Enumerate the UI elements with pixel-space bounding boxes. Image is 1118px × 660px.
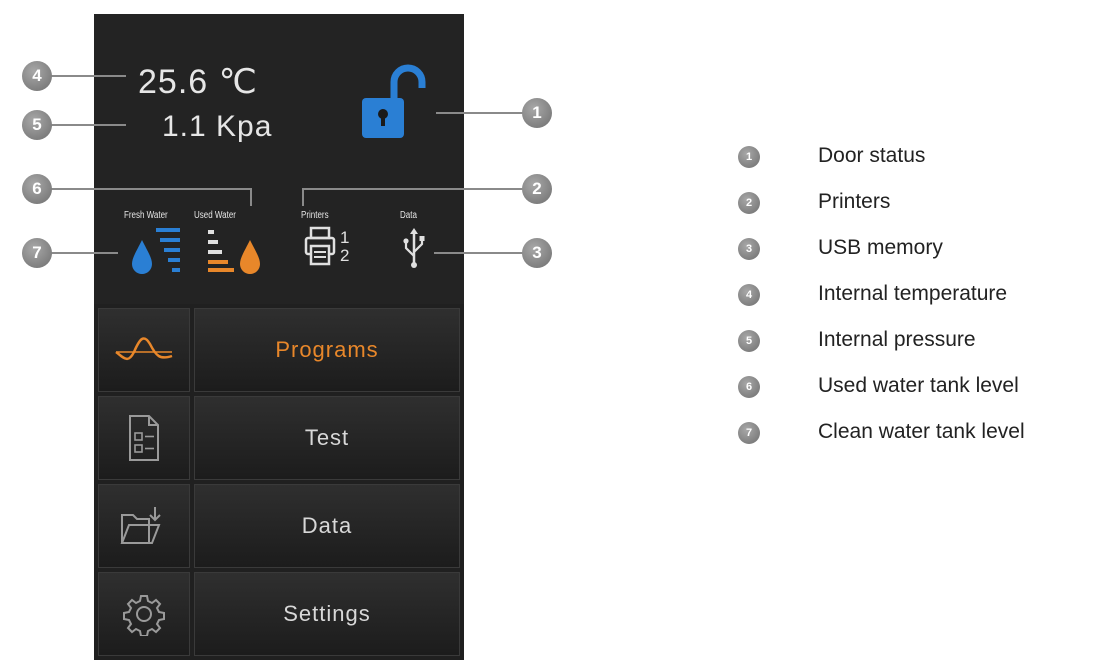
callout-3: 3 bbox=[522, 238, 552, 268]
legend-text-printers: Printers bbox=[818, 190, 891, 213]
callout-line-2-drop bbox=[302, 188, 304, 206]
programs-button[interactable]: Programs bbox=[194, 308, 460, 392]
data-label: Data bbox=[400, 210, 417, 221]
settings-button[interactable]: Settings bbox=[194, 572, 460, 656]
callout-line-3 bbox=[434, 252, 526, 254]
legend-text-internal-temperature: Internal temperature bbox=[818, 282, 1008, 305]
settings-icon-cell[interactable] bbox=[98, 572, 190, 656]
legend-item: 7 Clean water tank level bbox=[738, 418, 1118, 450]
legend-item: 3 USB memory bbox=[738, 234, 1118, 266]
printer-1-number: 1 bbox=[340, 228, 350, 247]
menu-programs[interactable]: Programs bbox=[94, 308, 464, 394]
checklist-document-icon bbox=[129, 415, 159, 461]
callout-line-2 bbox=[302, 188, 526, 190]
legend-number: 4 bbox=[738, 284, 760, 306]
internal-pressure: 1.1 Kpa bbox=[162, 110, 273, 143]
fresh-water-label: Fresh Water bbox=[124, 210, 168, 221]
callout-4: 4 bbox=[22, 61, 52, 91]
menu-settings[interactable]: Settings bbox=[94, 572, 464, 658]
legend-text-door-status: Door status bbox=[818, 144, 926, 167]
data-icon-cell[interactable] bbox=[98, 484, 190, 568]
door-unlocked-icon[interactable] bbox=[356, 58, 428, 147]
callout-7: 7 bbox=[22, 238, 52, 268]
test-button[interactable]: Test bbox=[194, 396, 460, 480]
legend-item: 2 Printers bbox=[738, 188, 1118, 220]
sine-wave-icon bbox=[115, 337, 173, 361]
internal-temperature: 25.6 ℃ bbox=[138, 63, 258, 101]
gear-icon bbox=[123, 595, 165, 636]
programs-icon-cell[interactable] bbox=[98, 308, 190, 392]
used-water-level-icon bbox=[204, 222, 266, 281]
used-water-label: Used Water bbox=[194, 210, 236, 221]
legend-item: 4 Internal temperature bbox=[738, 280, 1118, 312]
legend-number: 1 bbox=[738, 146, 760, 168]
callout-line-6 bbox=[38, 188, 252, 190]
status-area: 25.6 ℃ 1.1 Kpa Fresh Water Used Water Pr… bbox=[94, 14, 464, 304]
callout-line-6-drop bbox=[250, 188, 252, 206]
legend-number: 6 bbox=[738, 376, 760, 398]
legend-text-internal-pressure: Internal pressure bbox=[818, 328, 976, 351]
callout-1: 1 bbox=[522, 98, 552, 128]
legend-text-usb-memory: USB memory bbox=[818, 236, 943, 259]
legend-number: 7 bbox=[738, 422, 760, 444]
fresh-water-level-icon bbox=[130, 222, 186, 281]
legend-number: 2 bbox=[738, 192, 760, 214]
legend-number: 3 bbox=[738, 238, 760, 260]
data-button[interactable]: Data bbox=[194, 484, 460, 568]
legend-text-clean-water-tank-level: Clean water tank level bbox=[818, 420, 1025, 443]
legend-text-used-water-tank-level: Used water tank level bbox=[818, 374, 1019, 397]
callout-5: 5 bbox=[22, 110, 52, 140]
legend-item: 1 Door status bbox=[738, 142, 1118, 174]
test-icon-cell[interactable] bbox=[98, 396, 190, 480]
usb-icon[interactable] bbox=[402, 226, 426, 275]
callout-6: 6 bbox=[22, 174, 52, 204]
menu-data[interactable]: Data bbox=[94, 484, 464, 570]
printers-label: Printers bbox=[301, 210, 329, 221]
folder-download-icon bbox=[120, 507, 161, 544]
menu-test[interactable]: Test bbox=[94, 396, 464, 482]
printer-2-number: 2 bbox=[340, 246, 350, 265]
callout-2: 2 bbox=[522, 174, 552, 204]
callout-line-1 bbox=[436, 112, 526, 114]
device-screen: 25.6 ℃ 1.1 Kpa Fresh Water Used Water Pr… bbox=[94, 14, 464, 660]
printer-icon[interactable] bbox=[304, 224, 336, 273]
legend-item: 6 Used water tank level bbox=[738, 372, 1118, 404]
legend-number: 5 bbox=[738, 330, 760, 352]
legend-item: 5 Internal pressure bbox=[738, 326, 1118, 358]
